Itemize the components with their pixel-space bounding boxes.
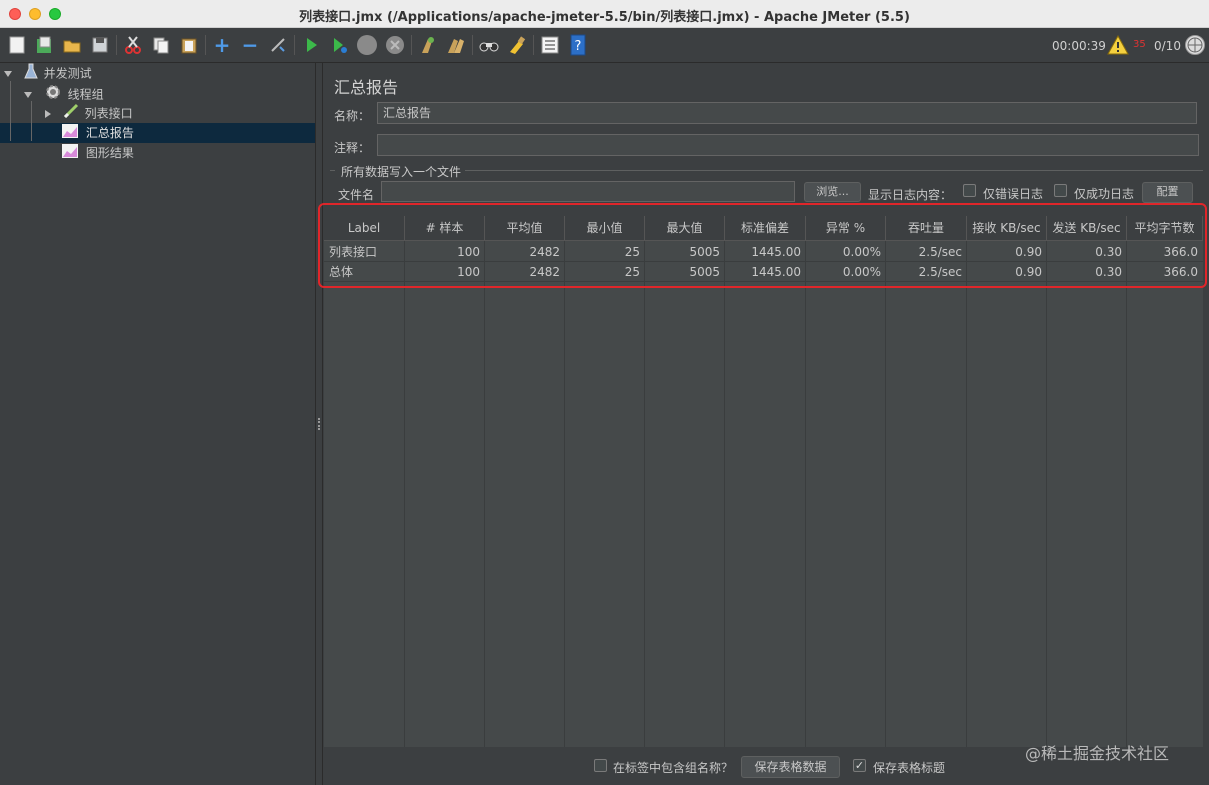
column-divider [404, 241, 405, 747]
chart-icon [62, 143, 82, 164]
splitter-grip-icon[interactable] [318, 418, 320, 430]
filename-field[interactable] [381, 181, 795, 202]
tree-item-label: 列表接口 [84, 106, 133, 121]
column-divider [1046, 241, 1047, 747]
tree-item-label: 线程组 [67, 87, 104, 102]
expand-arrow-icon[interactable] [24, 92, 32, 98]
window-title: 列表接口.jmx (/Applications/apache-jmeter-5.… [299, 10, 910, 25]
remote-globe-icon[interactable] [1185, 35, 1205, 55]
success-only-label: 仅成功日志 [1074, 187, 1135, 201]
browse-button[interactable]: 浏览... [804, 182, 861, 202]
filename-label: 文件名 [338, 188, 375, 202]
sampler-icon [63, 103, 81, 125]
elapsed-timer: 00:00:39 [1052, 39, 1106, 53]
expand-arrow-icon[interactable] [4, 71, 12, 77]
svg-text:?: ? [575, 39, 582, 54]
column-divider [805, 241, 806, 747]
stop-icon[interactable] [356, 34, 378, 56]
function-helper-icon[interactable] [539, 34, 561, 56]
new-icon[interactable] [6, 34, 28, 56]
test-plan-icon [24, 63, 40, 85]
save-header-checkbox[interactable]: ✓ [853, 759, 866, 772]
tree-item-graph-results[interactable]: 图形结果 [62, 143, 134, 163]
highlight-box [318, 203, 1207, 288]
collapse-arrow-icon[interactable] [45, 110, 51, 118]
name-field[interactable]: 汇总报告 [377, 102, 1197, 124]
tree-item-summary-report[interactable]: 汇总报告 [62, 123, 134, 143]
column-divider [885, 241, 886, 747]
column-divider [724, 241, 725, 747]
errors-only-label: 仅错误日志 [983, 187, 1044, 201]
chart-icon [62, 123, 82, 144]
cut-icon[interactable] [122, 34, 144, 56]
tree-item-label: 并发测试 [43, 66, 92, 81]
watermark: @稀土掘金技术社区 [1025, 744, 1170, 763]
paste-icon[interactable] [178, 34, 200, 56]
toolbar: + − ? 00:00:39 35 0/10 [0, 28, 1209, 63]
errors-only-checkbox[interactable] [963, 184, 976, 197]
test-plan-tree: 并发测试 线程组 列表接口 汇总报告 图形结果 [0, 63, 315, 785]
name-label: 名称： [334, 109, 371, 123]
log-content-label: 显示日志内容： [868, 188, 953, 202]
tree-item-sampler[interactable]: 列表接口 [45, 103, 133, 123]
file-group-label: 所有数据写入一个文件 [341, 165, 462, 179]
column-divider [564, 241, 565, 747]
open-icon[interactable] [61, 34, 83, 56]
success-only-checkbox[interactable] [1054, 184, 1067, 197]
summary-table: Label # 样本 平均值 最小值 最大值 标准偏差 异常 % 吞吐量 接收 KB/sec 发送… [324, 216, 1203, 747]
warning-icon[interactable] [1107, 34, 1129, 55]
comment-label: 注释： [334, 141, 371, 155]
comment-field[interactable] [377, 134, 1199, 156]
tree-item-label: 图形结果 [85, 146, 134, 160]
column-divider [1126, 241, 1127, 747]
reset-search-icon[interactable] [506, 34, 528, 56]
configure-button[interactable]: 配置 [1142, 182, 1193, 203]
help-icon[interactable]: ? [567, 34, 589, 56]
include-group-label: 在标签中包含组名称？ [613, 761, 734, 775]
clear-all-icon[interactable] [445, 34, 467, 56]
shutdown-icon[interactable] [384, 34, 406, 56]
save-header-label: 保存表格标题 [873, 761, 946, 775]
column-divider [644, 241, 645, 747]
toggle-icon[interactable] [267, 34, 289, 56]
start-no-pause-icon[interactable] [328, 34, 350, 56]
clear-icon[interactable] [417, 34, 439, 56]
tree-item-thread-group[interactable]: 线程组 [24, 83, 104, 103]
start-icon[interactable] [300, 34, 322, 56]
copy-icon[interactable] [150, 34, 172, 56]
column-divider [966, 241, 967, 747]
tree-selection-highlight [0, 123, 315, 143]
active-threads: 0/10 [1154, 39, 1181, 53]
tree-item-test-plan[interactable]: 并发测试 [4, 63, 92, 83]
page-title: 汇总报告 [334, 78, 399, 97]
column-divider [484, 241, 485, 747]
save-table-data-button[interactable]: 保存表格数据 [741, 756, 840, 778]
tree-item-label: 汇总报告 [85, 126, 134, 140]
save-icon[interactable] [89, 34, 111, 56]
expand-icon[interactable]: + [211, 34, 233, 56]
search-icon[interactable] [478, 34, 500, 56]
templates-icon[interactable] [33, 34, 55, 56]
title-bar: 列表接口.jmx (/Applications/apache-jmeter-5.… [0, 0, 1209, 28]
error-count: 35 [1133, 39, 1146, 50]
include-group-checkbox[interactable] [594, 759, 607, 772]
collapse-icon[interactable]: − [239, 34, 261, 56]
